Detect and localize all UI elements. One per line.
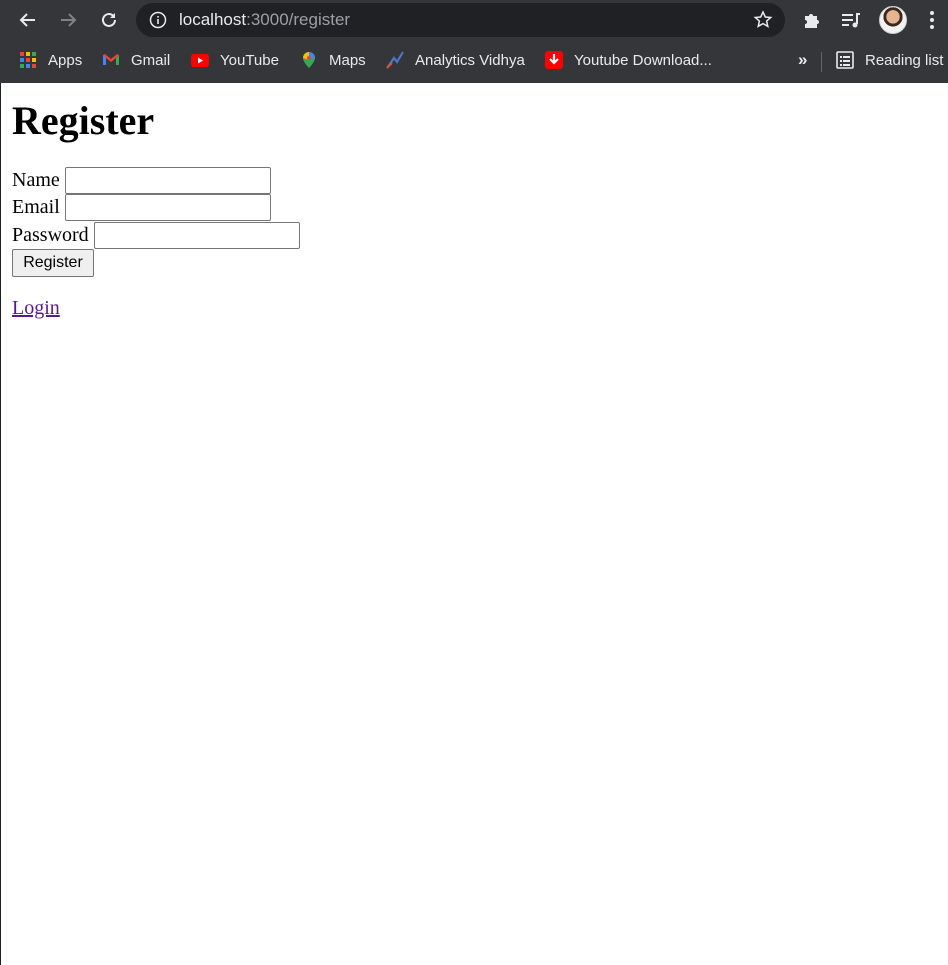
puzzle-icon xyxy=(805,14,819,28)
page-content: Register Name Email Password Register Lo… xyxy=(0,83,948,965)
register-button[interactable]: Register xyxy=(12,249,94,277)
site-info-icon[interactable] xyxy=(149,11,167,29)
bookmark-apps[interactable]: Apps xyxy=(19,49,82,71)
bookmark-label: Gmail xyxy=(131,51,171,69)
profile-avatar[interactable] xyxy=(879,6,907,34)
reload-button[interactable] xyxy=(95,6,123,34)
bookmark-youtube[interactable]: YouTube xyxy=(191,49,279,71)
url-text[interactable]: localhost:3000/register xyxy=(179,10,350,30)
extensions-button[interactable] xyxy=(800,8,824,32)
browser-menu-button[interactable] xyxy=(920,8,944,32)
email-row: Email xyxy=(12,194,271,221)
browser-chrome: localhost:3000/register Apps Gmail YouTu… xyxy=(0,0,948,83)
media-control-button[interactable] xyxy=(839,8,863,32)
url-path: :3000/register xyxy=(246,10,351,29)
playlist-music-icon xyxy=(842,13,860,28)
more-vert-icon xyxy=(930,11,934,29)
bookmark-star-icon[interactable] xyxy=(753,10,773,30)
name-input[interactable] xyxy=(64,167,271,194)
email-input[interactable] xyxy=(64,194,271,221)
bookmark-gmail[interactable]: Gmail xyxy=(102,49,170,71)
reading-list-icon xyxy=(836,51,854,69)
bookmark-label: Analytics Vidhya xyxy=(415,51,525,69)
password-label: Password xyxy=(12,224,89,246)
download-icon xyxy=(545,51,563,69)
bookmark-label: Apps xyxy=(48,51,83,69)
browser-toolbar: localhost:3000/register xyxy=(0,0,948,40)
bookmark-analytics-vidhya[interactable]: Analytics Vidhya xyxy=(386,49,525,71)
address-bar[interactable]: localhost:3000/register xyxy=(136,3,785,37)
back-button[interactable] xyxy=(14,6,42,34)
reading-list-label: Reading list xyxy=(865,51,944,69)
overflow-chevron-icon: » xyxy=(798,50,808,69)
password-row: Password xyxy=(12,222,300,249)
login-link[interactable]: Login xyxy=(12,297,60,320)
maps-icon xyxy=(303,52,315,68)
bookmarks-overflow-button[interactable]: » xyxy=(798,49,807,71)
bookmark-label: Maps xyxy=(329,51,366,69)
reading-list-button[interactable]: Reading list xyxy=(836,49,943,71)
bookmarks-bar: Apps Gmail YouTube Maps Analytics Vidhya… xyxy=(0,43,948,77)
bookmark-youtube-download[interactable]: Youtube Download... xyxy=(545,49,712,71)
back-arrow-icon xyxy=(19,13,35,27)
email-label: Email xyxy=(12,196,60,218)
bookmark-label: YouTube xyxy=(220,51,279,69)
forward-arrow-icon xyxy=(61,13,77,27)
apps-grid-icon xyxy=(20,52,36,68)
bookmark-label: Youtube Download... xyxy=(574,51,712,69)
gmail-icon xyxy=(103,54,119,65)
password-input[interactable] xyxy=(93,222,300,249)
bookmarks-divider xyxy=(821,52,822,72)
page-title: Register xyxy=(12,98,155,143)
name-row: Name xyxy=(12,167,271,194)
youtube-icon xyxy=(191,54,209,67)
url-host: localhost xyxy=(179,10,247,29)
analytics-vidhya-icon xyxy=(386,51,404,69)
forward-button[interactable] xyxy=(54,6,82,34)
reload-icon xyxy=(102,12,116,27)
bookmark-maps[interactable]: Maps xyxy=(300,49,366,71)
name-label: Name xyxy=(12,169,60,191)
